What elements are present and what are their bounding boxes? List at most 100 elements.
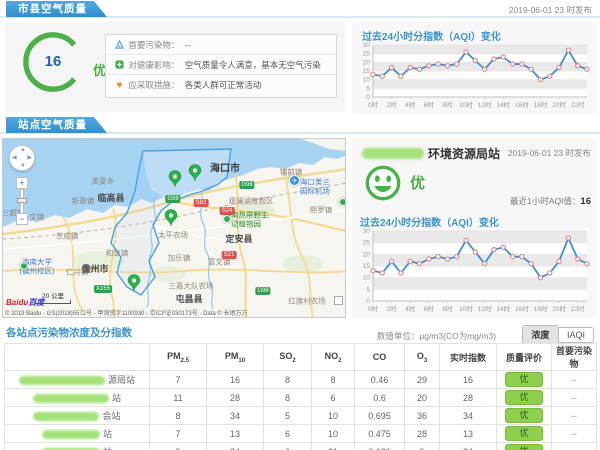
pollutant-table: PM2.5PM10SO2NO2COO3实时指数质量评价首要污染物 源局站7168…: [4, 343, 597, 450]
station-pin-icon[interactable]: [168, 170, 182, 188]
pollutant-value: 28: [440, 389, 497, 407]
pollutant-value: 5: [264, 407, 312, 425]
baidu-map[interactable]: 海口市铺前镇海口美兰 国际机场观澜湖度假区海南热带野生 动植物园定安县富文镇屯昌…: [2, 138, 346, 318]
svg-text:0: 0: [366, 298, 370, 305]
pollutant-value: 34: [440, 407, 497, 425]
rating-cell: 优: [497, 371, 552, 389]
unit-note: 数值单位：μg/m3(CO为mg/m3): [377, 330, 496, 342]
smiley-face-icon: [364, 164, 402, 202]
column-header: PM2.5: [150, 344, 207, 371]
info-value: --: [185, 40, 191, 50]
zoom-in-button[interactable]: +: [16, 177, 28, 189]
baidu-logo-en: Baidu: [6, 298, 28, 307]
zoom-handle[interactable]: [17, 198, 27, 203]
station-pin-icon[interactable]: [164, 209, 178, 227]
station-row: 站7136100.4752813优--: [5, 425, 597, 443]
info-value: 各类人群可正常活动: [185, 80, 262, 90]
svg-text:8时: 8时: [442, 304, 453, 313]
pollutant-value: 10: [312, 407, 355, 425]
table-body: 源局站716880.462916优--站1128860.62028优--会站83…: [5, 371, 597, 450]
svg-text:20: 20: [363, 251, 371, 258]
map-zoom-control[interactable]: + −: [16, 177, 28, 225]
pollutant-value: 6: [264, 425, 312, 443]
pollutant-value: 36: [405, 407, 440, 425]
city-aqi-line-chart: 0510152025300时2时4时6时8时10时12时14时16时18时20时…: [356, 42, 593, 110]
svg-text:12时: 12时: [478, 304, 492, 313]
pollutant-value: 7: [150, 371, 207, 389]
road-shield: S21: [222, 251, 237, 259]
rating-pill: 优: [505, 426, 542, 441]
pollutant-value: 24: [440, 443, 497, 450]
svg-text:10: 10: [363, 275, 371, 282]
health-icon: [113, 56, 126, 75]
unit-toggle-group: 浓度IAQI: [522, 325, 594, 344]
airport-marker-icon[interactable]: ✈: [289, 175, 300, 186]
redacted-station-name: [33, 412, 99, 421]
column-header: SO2: [264, 344, 312, 371]
svg-text:6时: 6时: [424, 304, 435, 313]
column-header: PM10: [207, 344, 264, 371]
primary-pollutant-cell: --: [552, 425, 597, 443]
svg-text:10时: 10时: [459, 100, 473, 109]
map-scale-label: 20 公里: [35, 290, 71, 300]
station-pin-icon[interactable]: [127, 274, 141, 292]
map-scale-line: [35, 300, 71, 304]
column-header: 质量评价: [497, 344, 552, 371]
zoom-out-button[interactable]: −: [16, 213, 28, 225]
svg-text:20时: 20时: [552, 304, 566, 313]
station-row: 源局站716880.462916优--: [5, 371, 597, 389]
pollutant-value: 29: [405, 371, 440, 389]
svg-text:20: 20: [363, 59, 371, 66]
rating-cell: 优: [497, 389, 552, 407]
column-header: [5, 344, 150, 371]
pollutant-value: 6: [264, 443, 312, 450]
svg-text:0: 0: [366, 94, 370, 101]
primary-pollutant-cell: --: [552, 407, 597, 425]
pollutant-value: 28: [207, 389, 264, 407]
poi-dot-icon: [20, 262, 28, 270]
svg-text:30: 30: [363, 228, 371, 235]
city-aqi-card: 16 优 首要污染物： -- 对健康影响： 空气质量令人满意，基本无空气污染 ♥…: [5, 22, 345, 112]
rating-cell: 优: [497, 425, 552, 443]
map-fullscreen-button[interactable]: [334, 296, 343, 305]
pollutant-value: 28: [405, 425, 440, 443]
map-copyright: © 2019 Baidu - GS(2018)5572号 - 甲测资字11009…: [5, 308, 248, 317]
svg-text:15: 15: [363, 68, 371, 75]
info-value: 空气质量令人满意，基本无空气污染: [185, 60, 321, 70]
svg-text:18时: 18时: [534, 304, 548, 313]
station-name-suffix: 站: [112, 393, 121, 403]
station-section-header: 站点空气质量: [0, 116, 600, 134]
city-section-header: 市县空气质量 2019-06-01 23 时发布: [0, 0, 600, 18]
aqi-info-box: 首要污染物： -- 对健康影响： 空气质量令人满意，基本无空气污染 ♥ 应采取措…: [105, 34, 337, 98]
svg-text:16时: 16时: [515, 304, 529, 313]
primary-pollutant-cell: --: [552, 389, 597, 407]
svg-text:10: 10: [363, 77, 371, 84]
toggle-concentration[interactable]: 浓度: [522, 325, 558, 344]
station-name-cell: 源局站: [5, 371, 150, 389]
road-shield: X155: [94, 285, 112, 293]
road-shield: G98: [255, 287, 270, 295]
redacted-station-name: [42, 430, 100, 439]
tab-city-air-quality: 市县空气质量: [6, 1, 107, 17]
pollutant-value: 10: [312, 425, 355, 443]
pollutant-value: 0.695: [355, 407, 405, 425]
station-name-suffix: 源局站: [108, 375, 135, 385]
station-name: 环境资源局站: [428, 145, 500, 162]
pollutant-value: 9: [150, 443, 207, 450]
primary-pollutant-cell: --: [552, 443, 597, 450]
station-pin-icon[interactable]: [188, 164, 202, 182]
redacted-station-name: [19, 376, 105, 385]
pollutant-value: 6: [312, 389, 355, 407]
road-shield: G98: [239, 181, 254, 189]
svg-text:22时: 22时: [571, 304, 585, 313]
pollutant-value: 16: [440, 371, 497, 389]
station-row: 站9246210.181924优--: [5, 443, 597, 450]
city-aqi-chart-card: 过去24小时分指数（AQI）变化 0510152025300时2时4时6时8时1…: [352, 22, 597, 114]
pollutant-value: 24: [207, 443, 264, 450]
toggle-iaqi[interactable]: IAQI: [558, 327, 594, 343]
pollutant-value: 8: [264, 389, 312, 407]
info-row-health: 对健康影响： 空气质量令人满意，基本无空气污染: [106, 55, 336, 75]
svg-text:12时: 12时: [478, 100, 492, 109]
map-pan-control[interactable]: ▲▼ ◀▶: [9, 145, 35, 171]
svg-text:5: 5: [366, 85, 370, 92]
